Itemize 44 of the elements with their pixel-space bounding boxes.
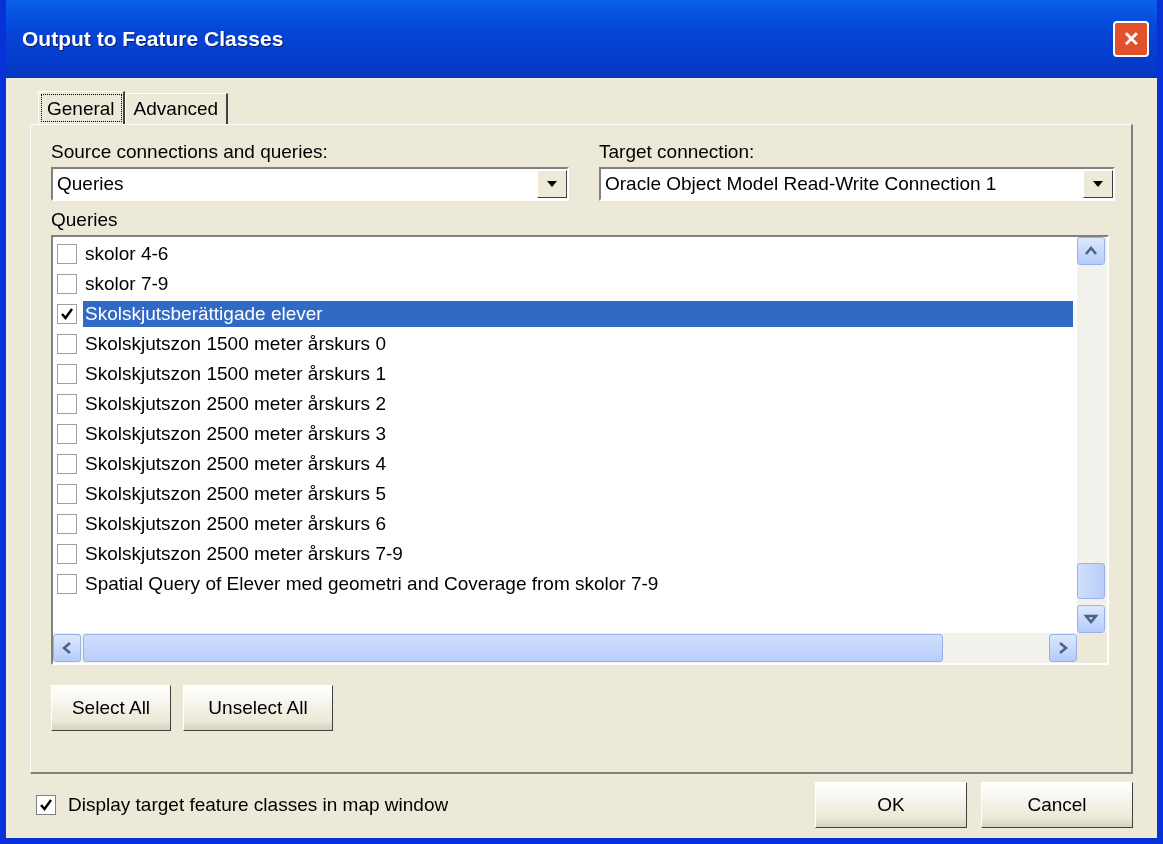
- query-item[interactable]: Skolskjutszon 2500 meter årskurs 6: [83, 511, 388, 537]
- close-button[interactable]: ✕: [1113, 21, 1149, 57]
- tab[interactable]: General: [38, 91, 125, 125]
- query-item[interactable]: Skolskjutszon 2500 meter årskurs 2: [83, 391, 388, 417]
- query-item[interactable]: Skolskjutsberättigade elever: [83, 301, 1073, 327]
- checkbox[interactable]: [57, 334, 77, 354]
- query-item[interactable]: Spatial Query of Elever med geometri and Coverage from skolor 7-9: [83, 571, 661, 597]
- scroll-thumb[interactable]: [1077, 563, 1105, 599]
- checkbox[interactable]: [57, 484, 77, 504]
- query-item[interactable]: skolor 4-6: [83, 241, 171, 267]
- checkbox[interactable]: [57, 364, 77, 384]
- dialog-button[interactable]: Cancel: [981, 782, 1133, 828]
- field-label: Source connections and queries:: [51, 141, 329, 163]
- query-item[interactable]: Skolskjutszon 2500 meter årskurs 3: [83, 421, 388, 447]
- checkbox[interactable]: [57, 274, 77, 294]
- tab[interactable]: Advanced: [124, 93, 229, 124]
- query-item[interactable]: Skolskjutszon 2500 meter årskurs 7-9: [83, 541, 405, 567]
- query-item[interactable]: Skolskjutszon 2500 meter årskurs 5: [83, 481, 388, 507]
- field-label: Target connection:: [599, 141, 756, 163]
- vertical-scrollbar[interactable]: [1077, 237, 1107, 633]
- list-button[interactable]: Select All: [51, 685, 171, 731]
- connection-dropdown[interactable]: Oracle Object Model Read-Write Connection 1: [599, 167, 1115, 201]
- checkbox[interactable]: [57, 304, 77, 324]
- connection-dropdown[interactable]: Queries: [51, 167, 569, 201]
- query-item[interactable]: Skolskjutszon 2500 meter årskurs 4: [83, 451, 388, 477]
- scrollbar-corner: [1077, 633, 1107, 663]
- checkbox-label: Display target feature classes in map window: [68, 794, 449, 816]
- horizontal-scrollbar[interactable]: [53, 633, 1077, 663]
- checkbox[interactable]: [57, 244, 77, 264]
- list-button[interactable]: Unselect All: [183, 685, 333, 731]
- list-label: Queries: [51, 209, 119, 231]
- query-item[interactable]: skolor 7-9: [83, 271, 171, 297]
- checkbox[interactable]: [57, 514, 77, 534]
- window-title: Output to Feature Classes: [22, 27, 284, 51]
- dialog-button[interactable]: OK: [815, 782, 967, 828]
- query-item[interactable]: Skolskjutszon 1500 meter årskurs 1: [83, 361, 388, 387]
- query-item[interactable]: Skolskjutszon 1500 meter årskurs 0: [83, 331, 388, 357]
- checkbox[interactable]: [57, 394, 77, 414]
- scroll-thumb[interactable]: [83, 634, 943, 662]
- checkbox[interactable]: [57, 424, 77, 444]
- checkbox[interactable]: [57, 544, 77, 564]
- checkbox[interactable]: [57, 454, 77, 474]
- checkbox[interactable]: [57, 574, 77, 594]
- checkbox[interactable]: [36, 795, 56, 815]
